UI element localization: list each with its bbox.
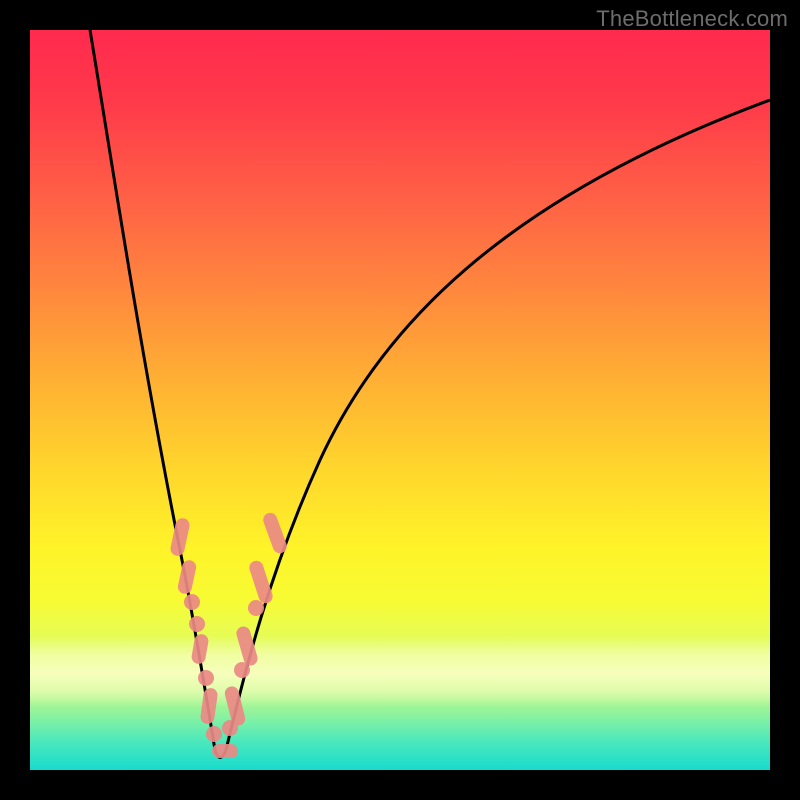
highlight-band (30, 636, 770, 708)
curve-right-branch (226, 100, 770, 750)
curve-valley (215, 750, 226, 758)
chart-svg (30, 30, 770, 770)
chart-container: TheBottleneck.com (0, 0, 800, 800)
plot-area (30, 30, 770, 770)
scatter-cluster (169, 511, 289, 758)
curve-left-branch (90, 30, 215, 750)
watermark-text: TheBottleneck.com (596, 6, 788, 32)
